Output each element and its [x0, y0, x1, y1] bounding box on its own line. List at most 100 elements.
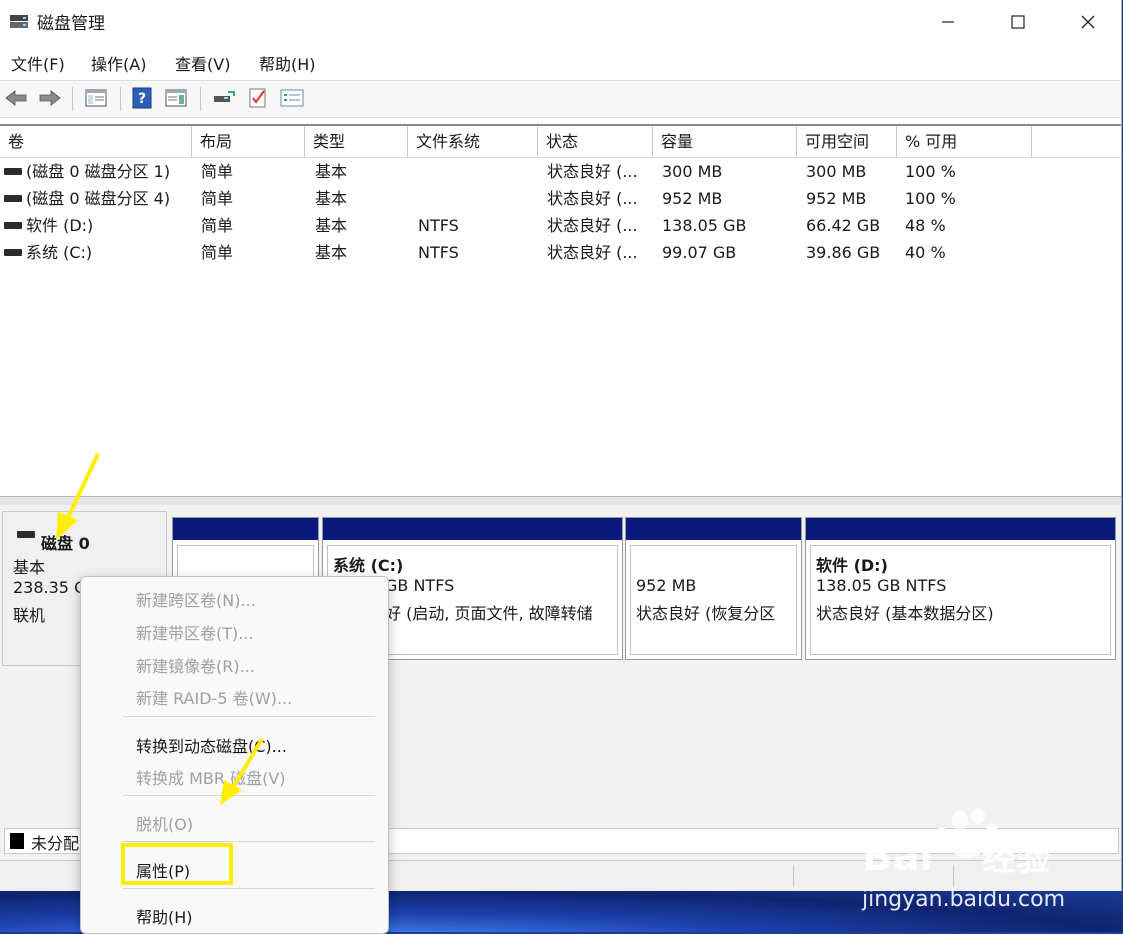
cell-volume: 软件 (D:) [26, 216, 94, 235]
legend-unallocated: 未分配 [31, 834, 80, 853]
back-button[interactable] [4, 86, 28, 110]
menu-help[interactable]: 帮助(H) [259, 51, 316, 75]
cell-capacity: 300 MB [662, 162, 723, 181]
partition-size-fs: 138.05 GB NTFS [816, 576, 947, 595]
cell-filesystem: NTFS [418, 216, 459, 235]
unallocated-swatch [10, 833, 24, 849]
title-bar: 磁盘管理 [0, 0, 1121, 44]
column-header-volume[interactable]: 卷 [0, 126, 192, 157]
maximize-icon [1011, 15, 1025, 29]
menu-item-offline: 脱机(O) [136, 815, 194, 834]
close-button[interactable] [1053, 0, 1123, 44]
toolbar-separator [200, 87, 201, 111]
partition-header-bar [323, 518, 622, 540]
console-tree-icon [85, 89, 107, 107]
column-header-percent-free[interactable]: % 可用 [897, 126, 1032, 157]
cell-type: 基本 [315, 243, 348, 262]
column-header-filesystem[interactable]: 文件系统 [408, 126, 538, 157]
cell-filesystem: NTFS [418, 243, 459, 262]
menu-item-help[interactable]: 帮助(H) [136, 904, 193, 928]
table-row[interactable]: 系统 (C:) 简单 基本 NTFS 状态良好 (... 99.07 GB 39… [0, 239, 1121, 266]
cell-free-space: 300 MB [806, 162, 867, 181]
partition-recovery[interactable]: 952 MB 状态良好 (恢复分区 [625, 517, 802, 660]
column-header-status[interactable]: 状态 [538, 126, 653, 157]
menu-bar: 文件(F) 操作(A) 查看(V) 帮助(H) [0, 48, 1121, 78]
cell-capacity: 99.07 GB [662, 243, 737, 262]
menu-separator [123, 716, 375, 717]
menu-item-new-raid5-volume: 新建 RAID-5 卷(W)... [136, 689, 293, 708]
properties-list-button[interactable] [280, 86, 304, 110]
volume-icon [4, 249, 22, 256]
back-arrow-icon [5, 90, 27, 106]
menu-item-new-spanned-volume: 新建跨区卷(N)... [136, 591, 256, 610]
partition-size-fs: GB NTFS [385, 576, 455, 595]
column-header-type[interactable]: 类型 [305, 126, 408, 157]
menu-action[interactable]: 操作(A) [91, 51, 146, 75]
checklist-button[interactable] [246, 86, 270, 110]
connect-disk-icon [214, 91, 235, 102]
menu-separator [123, 841, 375, 842]
minimize-icon [942, 21, 954, 23]
column-header-free-space[interactable]: 可用空间 [797, 126, 897, 157]
show-pane-button[interactable] [164, 86, 188, 110]
svg-text:?: ? [138, 91, 146, 107]
connect-disk-button[interactable] [212, 86, 236, 110]
show-pane-icon [165, 89, 187, 107]
disk-management-icon [10, 15, 28, 28]
cell-volume: (磁盘 0 磁盘分区 1) [26, 162, 171, 181]
volume-icon [4, 195, 22, 202]
annotation-arrow-icon [220, 737, 264, 805]
cell-status: 状态良好 (... [547, 162, 638, 181]
minimize-button[interactable] [913, 0, 983, 44]
menu-file[interactable]: 文件(F) [11, 51, 65, 75]
table-row[interactable]: 软件 (D:) 简单 基本 NTFS 状态良好 (... 138.05 GB 6… [0, 212, 1121, 239]
help-icon: ? [132, 87, 152, 109]
partition-size-fs: 952 MB [636, 576, 697, 595]
volume-icon [4, 222, 22, 229]
help-button[interactable]: ? [130, 86, 154, 110]
disk-size: 238.35 G [13, 578, 87, 597]
partition-status: 状态良好 (基本数据分区) [816, 604, 994, 623]
cell-status: 状态良好 (... [547, 216, 638, 235]
table-header: 卷 布局 类型 文件系统 状态 容量 可用空间 % 可用 [0, 126, 1121, 158]
cell-free-space: 952 MB [806, 189, 867, 208]
partition-header-bar [626, 518, 801, 540]
forward-button[interactable] [38, 86, 62, 110]
cell-layout: 简单 [201, 162, 234, 181]
menu-view[interactable]: 查看(V) [175, 51, 230, 75]
cell-percent-free: 48 % [905, 216, 946, 235]
cell-layout: 简单 [201, 243, 234, 262]
cell-free-space: 39.86 GB [806, 243, 881, 262]
table-row[interactable]: (磁盘 0 磁盘分区 4) 简单 基本 状态良好 (... 952 MB 952… [0, 185, 1121, 212]
cell-percent-free: 40 % [905, 243, 946, 262]
table-row[interactable]: (磁盘 0 磁盘分区 1) 简单 基本 状态良好 (... 300 MB 300… [0, 158, 1121, 185]
disk-icon [17, 531, 35, 538]
toolbar-separator [72, 87, 73, 111]
cell-capacity: 138.05 GB [662, 216, 747, 235]
partition-name: 软件 (D:) [816, 556, 888, 575]
cell-capacity: 952 MB [662, 189, 723, 208]
cell-free-space: 66.42 GB [806, 216, 881, 235]
partition-name: 系统 (C:) [333, 556, 404, 575]
column-header-layout[interactable]: 布局 [192, 126, 305, 157]
properties-list-icon [280, 89, 304, 107]
column-header-capacity[interactable]: 容量 [653, 126, 797, 157]
maximize-button[interactable] [983, 0, 1053, 44]
partition-software-d[interactable]: 软件 (D:) 138.05 GB NTFS 状态良好 (基本数据分区) [805, 517, 1116, 660]
cell-status: 状态良好 (... [547, 243, 638, 262]
forward-arrow-icon [39, 90, 61, 106]
menu-separator [123, 888, 375, 889]
disk-status: 联机 [13, 606, 46, 625]
cell-volume: (磁盘 0 磁盘分区 4) [26, 189, 171, 208]
cell-percent-free: 100 % [905, 189, 956, 208]
console-tree-button[interactable] [84, 86, 108, 110]
menu-item-new-mirrored-volume: 新建镜像卷(R)... [136, 657, 255, 676]
cell-type: 基本 [315, 216, 348, 235]
partition-header-bar [806, 518, 1115, 540]
baidu-jingyan-watermark: Bai 经验 jingyan.baidu.com [861, 808, 1065, 912]
partition-status: 好 (启动, 页面文件, 故障转储 [385, 604, 593, 623]
cell-layout: 简单 [201, 189, 234, 208]
cell-status: 状态良好 (... [547, 189, 638, 208]
volume-icon [4, 168, 22, 175]
cell-percent-free: 100 % [905, 162, 956, 181]
